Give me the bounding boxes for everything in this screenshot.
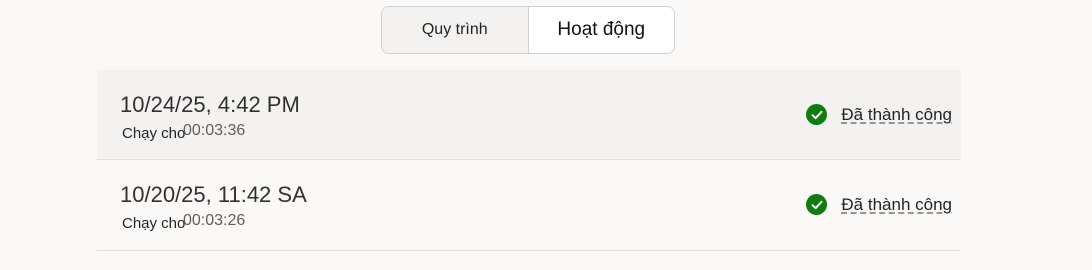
checkmark-circle-icon [806, 194, 828, 215]
status-label[interactable]: Đã thành công [841, 195, 952, 215]
view-tabs: Quy trình Hoạt động [381, 6, 675, 54]
run-row[interactable]: 10/24/25, 4:42 PM Chạy cho 00:03:36 Đã t… [97, 70, 961, 160]
duration-label: Chạy cho [122, 125, 186, 142]
duration-value: 00:03:26 [183, 212, 246, 229]
status-label[interactable]: Đã thành công [841, 105, 952, 125]
run-status[interactable]: Đã thành công [806, 104, 952, 125]
duration-value: 00:03:36 [183, 122, 246, 139]
tab-activity[interactable]: Hoạt động [528, 7, 674, 53]
tab-flows[interactable]: Quy trình [382, 7, 529, 53]
checkmark-circle-icon [806, 104, 828, 125]
run-timestamp: 10/20/25, 11:42 SA [120, 182, 307, 208]
run-status[interactable]: Đã thành công [806, 194, 952, 215]
run-timestamp-date: 10/20/25, [120, 182, 212, 207]
run-timestamp-time: 11:42 SA [217, 182, 307, 207]
activity-panel: Quy trình Hoạt động 10/24/25, 4:42 PM Ch… [0, 0, 1092, 270]
tab-flows-label: Quy trình [421, 21, 488, 38]
run-history-list: 10/24/25, 4:42 PM Chạy cho 00:03:36 Đã t… [97, 70, 961, 251]
tab-activity-label: Hoạt động [557, 19, 646, 40]
duration-label: Chạy cho [122, 215, 186, 232]
run-timestamp: 10/24/25, 4:42 PM [120, 92, 300, 117]
run-row[interactable]: 10/20/25, 11:42 SA Chạy cho 00:03:26 Đã … [97, 160, 961, 251]
